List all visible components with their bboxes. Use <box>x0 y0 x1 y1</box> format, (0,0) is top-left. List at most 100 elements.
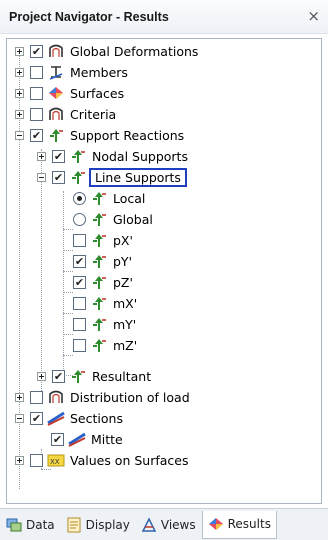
tree-item-nodal-supports[interactable]: ✔ Nodal Supports <box>37 146 188 166</box>
deformation-icon <box>47 389 65 405</box>
tree-item-label: Sections <box>70 410 123 426</box>
tab-label: Data <box>26 517 55 532</box>
support-reaction-icon <box>90 232 108 248</box>
tree-item-criteria[interactable]: Criteria <box>15 104 116 124</box>
tree-item-px[interactable]: pX' <box>73 230 133 250</box>
checkbox-line-supports[interactable]: ✔ <box>52 170 65 184</box>
checkbox-my[interactable] <box>73 317 86 331</box>
tab-results[interactable]: Results <box>201 510 277 539</box>
checkbox-nodal-supports[interactable]: ✔ <box>52 149 65 163</box>
support-reaction-icon <box>69 148 87 164</box>
tree-item-values-on-surfaces[interactable]: XX Values on Surfaces <box>15 450 189 470</box>
tree-item-mitte[interactable]: ✔ Mitte <box>51 429 123 449</box>
results-icon <box>208 516 224 532</box>
tree-item-mx[interactable]: mX' <box>73 293 137 313</box>
tree-item-label: Global Deformations <box>70 43 199 59</box>
collapse-icon[interactable] <box>15 130 24 140</box>
tree-item-members[interactable]: Members <box>15 62 128 82</box>
checkbox-sections[interactable]: ✔ <box>30 411 43 425</box>
support-reaction-icon <box>90 211 108 227</box>
tree-item-line-supports[interactable]: ✔ Line Supports <box>37 167 187 187</box>
tree-item-label: pX' <box>113 232 133 248</box>
tree-item-local[interactable]: Local <box>73 188 145 208</box>
checkbox-mz[interactable] <box>73 338 86 352</box>
tree-line <box>63 229 73 230</box>
checkbox-resultant[interactable]: ✔ <box>52 369 65 383</box>
navigator-tabs: Data Display Views Results <box>0 508 328 540</box>
expand-icon[interactable] <box>37 151 46 161</box>
support-reaction-icon <box>90 274 108 290</box>
expand-icon[interactable] <box>15 392 24 402</box>
tree-item-label: Global <box>113 211 153 227</box>
tree-item-sections[interactable]: ✔ Sections <box>15 408 123 428</box>
display-icon <box>66 517 82 533</box>
surface-icon <box>47 85 65 101</box>
checkbox-pz[interactable]: ✔ <box>73 275 86 289</box>
expand-icon[interactable] <box>15 46 24 56</box>
deformation-icon <box>47 43 65 59</box>
project-navigator-panel: Project Navigator - Results × ✔ Global D… <box>0 0 328 540</box>
checkbox-criteria[interactable] <box>30 107 43 121</box>
tree-item-label: Criteria <box>70 106 117 122</box>
checkbox-support-reactions[interactable]: ✔ <box>30 128 43 142</box>
criteria-icon <box>47 106 65 122</box>
checkbox-surfaces[interactable] <box>30 86 43 100</box>
views-icon <box>141 516 157 533</box>
expand-icon[interactable] <box>15 88 24 98</box>
expand-icon[interactable] <box>37 371 46 381</box>
tree-item-surfaces[interactable]: Surfaces <box>15 83 124 103</box>
tree-line <box>63 292 73 293</box>
tab-views[interactable]: Views <box>136 511 201 539</box>
tree-line <box>63 191 64 375</box>
checkbox-py[interactable]: ✔ <box>73 254 86 268</box>
support-reaction-icon <box>90 337 108 353</box>
expand-icon[interactable] <box>15 67 24 77</box>
title-bar: Project Navigator - Results × <box>0 0 328 34</box>
support-reaction-icon <box>90 190 108 206</box>
tree-item-mz[interactable]: mZ' <box>73 335 137 355</box>
tree-item-my[interactable]: mY' <box>73 314 136 334</box>
checkbox-members[interactable] <box>30 65 43 79</box>
results-tree[interactable]: ✔ Global Deformations Members Surfaces C… <box>6 38 322 504</box>
checkbox-mx[interactable] <box>73 296 86 310</box>
tab-label: Display <box>85 517 130 532</box>
tree-item-label: mX' <box>113 295 138 311</box>
tree-item-label: Resultant <box>92 368 152 384</box>
checkbox-distribution-of-load[interactable] <box>30 390 43 404</box>
support-reaction-icon <box>90 316 108 332</box>
tree-item-label: Members <box>70 64 128 80</box>
tab-data[interactable]: Data <box>1 511 60 539</box>
checkbox-px[interactable] <box>73 233 86 247</box>
values-icon: XX <box>47 452 65 468</box>
expand-icon[interactable] <box>15 455 24 465</box>
support-reaction-icon <box>90 253 108 269</box>
support-reaction-icon <box>90 295 108 311</box>
tree-item-pz[interactable]: ✔ pZ' <box>73 272 133 292</box>
tree-item-label: Line Supports <box>89 167 187 187</box>
tree-item-label: pY' <box>113 253 133 269</box>
tab-display[interactable]: Display <box>61 511 135 539</box>
tree-item-label: Surfaces <box>70 85 125 101</box>
collapse-icon[interactable] <box>37 172 46 182</box>
tab-label: Results <box>227 517 271 531</box>
tree-line <box>63 271 73 272</box>
expand-icon[interactable] <box>15 109 24 119</box>
support-reaction-icon <box>47 127 65 143</box>
tree-item-distribution-of-load[interactable]: Distribution of load <box>15 387 190 407</box>
tree-line <box>63 250 73 251</box>
tree-item-support-reactions[interactable]: ✔ Support Reactions <box>15 125 184 145</box>
radio-local[interactable] <box>73 191 86 205</box>
collapse-icon[interactable] <box>15 413 24 423</box>
tree-item-global[interactable]: Global <box>73 209 153 229</box>
support-reaction-icon <box>69 169 87 185</box>
checkbox-values-on-surfaces[interactable] <box>30 453 43 467</box>
tree-item-py[interactable]: ✔ pY' <box>73 251 132 271</box>
checkbox-global-deformations[interactable]: ✔ <box>30 44 43 58</box>
checkbox-mitte[interactable]: ✔ <box>51 432 64 446</box>
radio-global[interactable] <box>73 212 86 226</box>
tree-item-global-deformations[interactable]: ✔ Global Deformations <box>15 41 198 61</box>
close-icon[interactable]: × <box>307 7 320 25</box>
tree-item-label: Nodal Supports <box>92 148 188 164</box>
tree-line <box>63 334 73 335</box>
tree-item-resultant[interactable]: ✔ Resultant <box>37 366 151 386</box>
